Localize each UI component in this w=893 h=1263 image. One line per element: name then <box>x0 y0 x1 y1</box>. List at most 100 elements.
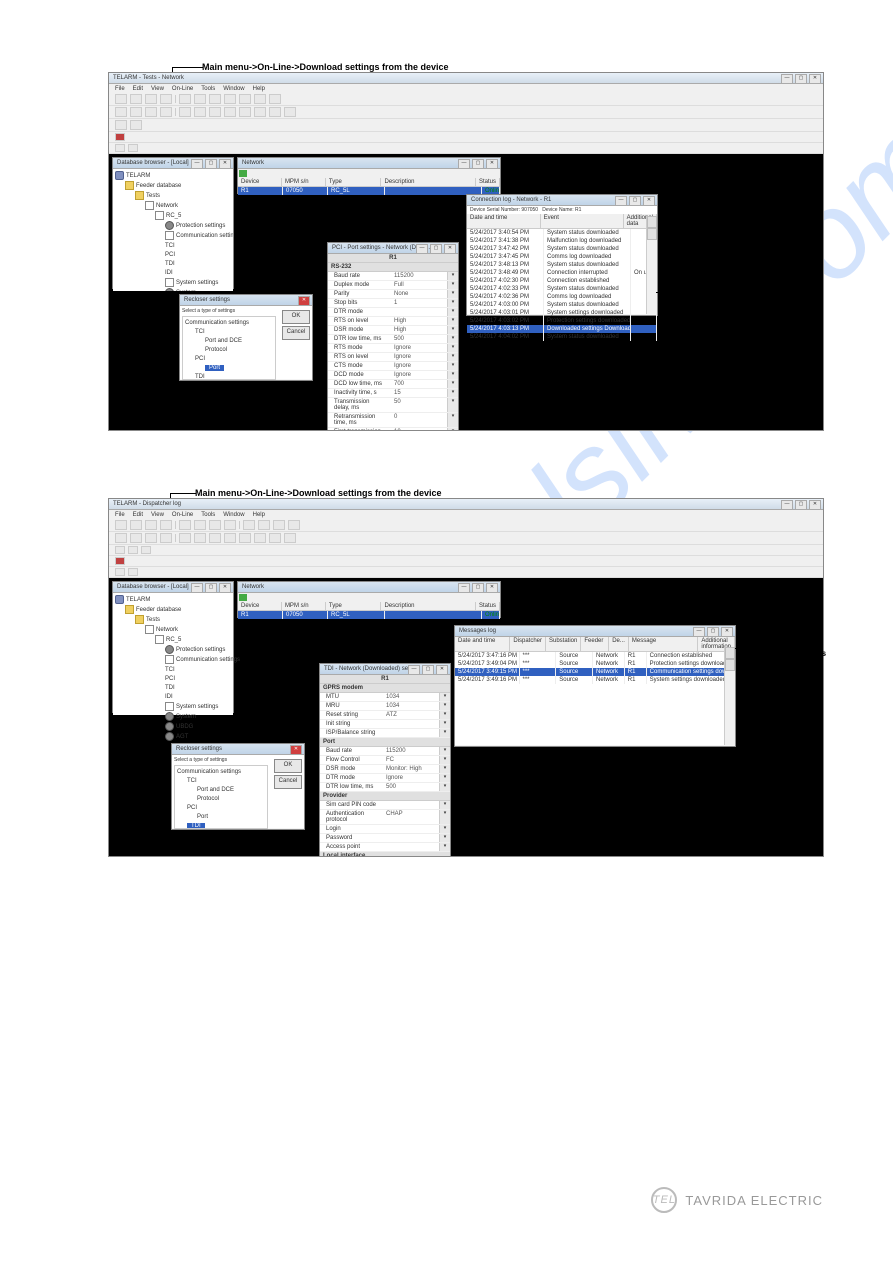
panel-close[interactable]: ✕ <box>219 159 231 169</box>
dropdown-icon[interactable]: ▾ <box>447 308 458 316</box>
msg-row[interactable]: 5/24/2017 3:49:16 PM***SourceNetworkR1Sy… <box>455 676 735 684</box>
log-row[interactable]: 5/24/2017 4:02:36 PMComms log downloaded <box>467 293 657 301</box>
setting-row[interactable]: Sim card PIN code▾ <box>320 801 450 810</box>
tb-btn[interactable] <box>239 94 251 104</box>
dlg-protocol[interactable]: Protocol <box>205 347 227 353</box>
tb-btn[interactable] <box>254 94 266 104</box>
col-date[interactable]: Date and time <box>467 214 541 228</box>
dropdown-icon[interactable]: ▾ <box>439 720 450 728</box>
tree-tdi[interactable]: TDI <box>165 261 175 267</box>
tree-idi[interactable]: IDI <box>165 694 173 700</box>
dropdown-icon[interactable]: ▾ <box>447 398 458 412</box>
dropdown-icon[interactable]: ▾ <box>447 380 458 388</box>
tb-btn[interactable] <box>141 546 151 554</box>
tb-btn[interactable] <box>269 94 281 104</box>
col-mpm[interactable]: MPM s/n <box>282 178 326 186</box>
panel-close[interactable]: ✕ <box>721 627 733 637</box>
tree-tdi[interactable]: TDI <box>165 685 175 691</box>
tree-protection[interactable]: Protection settings <box>176 223 225 229</box>
stop-icon[interactable] <box>247 170 255 177</box>
tb-btn[interactable] <box>130 533 142 543</box>
panel-close[interactable]: ✕ <box>219 583 231 593</box>
tree-sys[interactable]: System settings <box>176 280 218 286</box>
dropdown-icon[interactable]: ▾ <box>439 774 450 782</box>
play-icon[interactable] <box>239 170 247 177</box>
tb-btn[interactable] <box>284 533 296 543</box>
tb-btn[interactable] <box>239 107 251 117</box>
dialog-close[interactable]: ✕ <box>290 745 302 755</box>
setting-row[interactable]: DCD low time, ms700▾ <box>328 380 458 389</box>
setting-row[interactable]: Stop bits1▾ <box>328 299 458 308</box>
tb-btn[interactable] <box>224 520 236 530</box>
setting-row[interactable]: Authentication protocolCHAP▾ <box>320 810 450 825</box>
panel-max[interactable]: ▢ <box>472 159 484 169</box>
dropdown-icon[interactable]: ▾ <box>439 834 450 842</box>
panel-close[interactable]: ✕ <box>436 665 448 675</box>
tree-feeder[interactable]: Feeder database <box>136 183 181 189</box>
tb-btn[interactable] <box>130 107 142 117</box>
tb-btn[interactable] <box>194 533 206 543</box>
close-button[interactable]: ✕ <box>809 500 821 510</box>
menu-online[interactable]: On-Line <box>172 512 193 518</box>
tb-btn[interactable] <box>284 107 296 117</box>
msg-row[interactable]: 5/24/2017 3:47:16 PM***SourceNetworkR1Co… <box>455 652 735 660</box>
ok-button[interactable]: OK <box>274 759 302 773</box>
tb-btn[interactable] <box>209 533 221 543</box>
tree-tests[interactable]: Tests <box>146 617 160 623</box>
dlg-tci[interactable]: TCI <box>195 329 205 335</box>
tb-btn[interactable] <box>128 546 138 554</box>
menu-tools[interactable]: Tools <box>201 86 215 92</box>
tb-btn[interactable] <box>160 94 172 104</box>
tb-btn[interactable] <box>273 520 285 530</box>
tree-root[interactable]: TELARM <box>126 173 150 179</box>
cancel-button[interactable]: Cancel <box>282 326 310 340</box>
setting-row[interactable]: MTU1034▾ <box>320 693 450 702</box>
tb-btn[interactable] <box>115 94 127 104</box>
setting-row[interactable]: CTS modeIgnore▾ <box>328 362 458 371</box>
tree-sys[interactable]: System settings <box>176 704 218 710</box>
log-row[interactable]: 5/24/2017 3:47:45 PMComms log downloaded <box>467 253 657 261</box>
dlg-tdi[interactable]: TDI <box>195 374 205 380</box>
panel-max[interactable]: ▢ <box>472 583 484 593</box>
tb-btn[interactable] <box>243 520 255 530</box>
minimize-button[interactable]: — <box>781 500 793 510</box>
tb-btn[interactable] <box>115 546 125 554</box>
dropdown-icon[interactable]: ▾ <box>447 371 458 379</box>
dropdown-icon[interactable]: ▾ <box>447 389 458 397</box>
msg-row[interactable]: 5/24/2017 3:49:04 PM***SourceNetworkR1Pr… <box>455 660 735 668</box>
panel-close[interactable]: ✕ <box>444 244 456 254</box>
dropdown-icon[interactable]: ▾ <box>447 272 458 280</box>
tb-btn[interactable] <box>160 520 172 530</box>
dlg-port-dce[interactable]: Port and DCE <box>197 787 234 793</box>
dlg-port-selected[interactable]: Port <box>205 365 224 371</box>
setting-row[interactable]: Password▾ <box>320 834 450 843</box>
col-date[interactable]: Date and time <box>455 637 510 651</box>
maximize-button[interactable]: ▢ <box>795 74 807 84</box>
tb-btn[interactable] <box>115 120 127 130</box>
play-icon[interactable] <box>239 594 247 601</box>
dropdown-icon[interactable]: ▾ <box>439 810 450 824</box>
tb-btn[interactable] <box>145 107 157 117</box>
dropdown-icon[interactable]: ▾ <box>439 825 450 833</box>
dropdown-icon[interactable]: ▾ <box>439 783 450 791</box>
tb-btn[interactable] <box>194 94 206 104</box>
network-row[interactable]: R1 07050 RC_5L Online <box>238 611 500 619</box>
panel-min[interactable]: — <box>416 244 428 254</box>
tb-btn[interactable] <box>115 144 125 152</box>
dropdown-icon[interactable]: ▾ <box>439 801 450 809</box>
setting-row[interactable]: Access point▾ <box>320 843 450 852</box>
tree-rc5[interactable]: RC_5 <box>166 213 181 219</box>
dropdown-icon[interactable]: ▾ <box>447 290 458 298</box>
col-event[interactable]: Event <box>541 214 624 228</box>
tb-btn[interactable] <box>209 107 221 117</box>
setting-row[interactable]: RTS modeIgnore▾ <box>328 344 458 353</box>
menu-tools[interactable]: Tools <box>201 512 215 518</box>
log-row[interactable]: 5/24/2017 4:03:00 PMSystem status downlo… <box>467 301 657 309</box>
maximize-button[interactable]: ▢ <box>795 500 807 510</box>
tree-pci[interactable]: PCI <box>165 252 175 258</box>
setting-row[interactable]: Inactivity time, s15▾ <box>328 389 458 398</box>
panel-max[interactable]: ▢ <box>430 244 442 254</box>
tb-btn[interactable] <box>130 520 142 530</box>
dropdown-icon[interactable]: ▾ <box>447 344 458 352</box>
stop-icon[interactable] <box>115 557 125 565</box>
